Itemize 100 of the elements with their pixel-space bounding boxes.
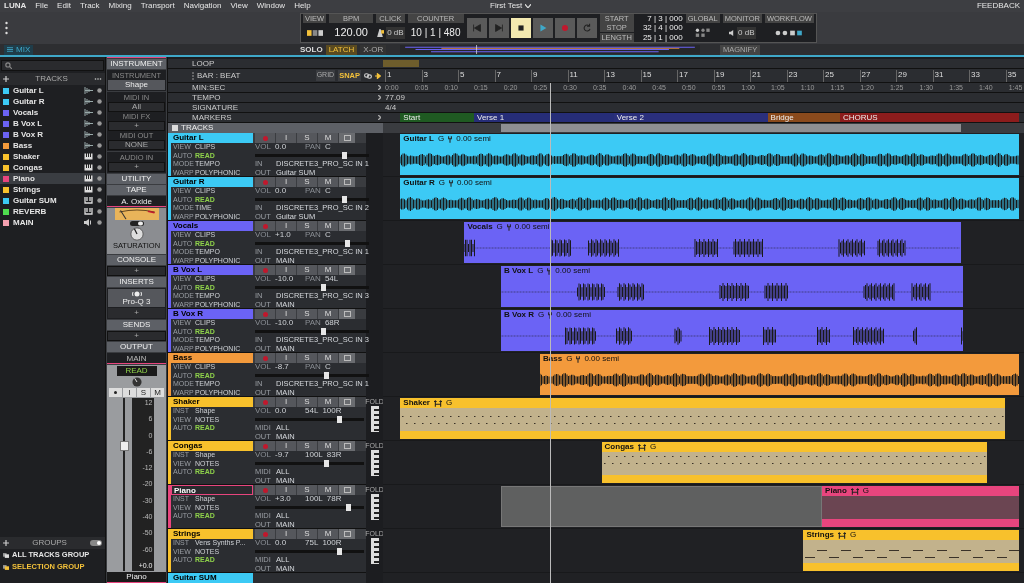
track-toggle-button[interactable]: I bbox=[276, 397, 296, 407]
track-toggle-button[interactable]: M bbox=[318, 177, 338, 187]
menu-item[interactable]: View bbox=[230, 0, 248, 12]
track-list-item[interactable]: Guitar SUM bbox=[0, 195, 105, 206]
output-button[interactable]: MAIN bbox=[107, 353, 166, 364]
track-list-item[interactable]: Strings bbox=[0, 184, 105, 195]
slider-thumb[interactable] bbox=[336, 548, 342, 556]
menu-item[interactable]: File bbox=[35, 0, 49, 12]
menu-item[interactable]: Transport bbox=[140, 0, 175, 12]
track-name[interactable]: Guitar R bbox=[171, 177, 253, 187]
record-button[interactable] bbox=[554, 18, 575, 38]
track-toggle-button[interactable]: I bbox=[276, 529, 296, 539]
mix-tab[interactable]: MIX bbox=[4, 44, 34, 55]
volume-slider[interactable] bbox=[255, 239, 369, 248]
track-list-item[interactable]: MAIN bbox=[0, 217, 105, 228]
tempo-value[interactable]: 120.00 bbox=[329, 23, 374, 42]
fader-track[interactable] bbox=[119, 398, 129, 571]
menu-item[interactable]: Track bbox=[79, 0, 100, 12]
slider-thumb[interactable] bbox=[336, 416, 342, 424]
marker[interactable]: Bridge bbox=[767, 113, 840, 122]
menu-item[interactable]: Edit bbox=[57, 0, 71, 12]
volume-slider[interactable] bbox=[255, 415, 364, 424]
track-list-item[interactable]: Shaker bbox=[0, 151, 105, 162]
track-list-item[interactable]: Piano bbox=[0, 173, 105, 184]
track-toggle-button[interactable]: I bbox=[276, 309, 296, 319]
marker[interactable]: Verse 1 bbox=[474, 113, 614, 122]
track-toggle-button[interactable]: I bbox=[276, 265, 296, 275]
track-name[interactable]: Piano bbox=[171, 485, 253, 495]
track-name[interactable]: Strings bbox=[171, 529, 253, 539]
track-toggle-button[interactable]: M bbox=[318, 353, 338, 363]
track-list-item[interactable]: Vocals bbox=[0, 107, 105, 118]
chevron-right-icon[interactable] bbox=[378, 115, 381, 120]
track-list-item[interactable]: Guitar R bbox=[0, 96, 105, 107]
menu-item[interactable]: Mixing bbox=[108, 0, 132, 12]
drag-handle-icon[interactable] bbox=[192, 71, 194, 80]
marker[interactable]: CHORUS bbox=[840, 113, 1019, 122]
track-toggle-button[interactable]: S bbox=[297, 221, 317, 231]
arrow-right-icon[interactable] bbox=[375, 72, 381, 79]
visibility-dot-icon[interactable] bbox=[97, 110, 102, 115]
track-list-item[interactable]: B Vox R bbox=[0, 129, 105, 140]
track-name[interactable]: B Vox L bbox=[171, 265, 253, 275]
track-toggle-button[interactable]: I bbox=[276, 485, 296, 495]
track-toggle-button[interactable]: M bbox=[318, 133, 338, 143]
visibility-dot-icon[interactable] bbox=[97, 143, 102, 148]
saturation-knob[interactable] bbox=[129, 227, 144, 241]
audio-in-slot[interactable]: + bbox=[108, 162, 165, 172]
track-list-item[interactable]: B Vox L bbox=[0, 118, 105, 129]
track-toggle-button[interactable]: S bbox=[297, 397, 317, 407]
track-toggle-button[interactable]: M bbox=[318, 485, 338, 495]
slider-thumb[interactable] bbox=[323, 460, 329, 468]
track-toggle-button[interactable]: M bbox=[318, 529, 338, 539]
solo-mode-button[interactable]: X-OR bbox=[360, 44, 387, 55]
visibility-dot-icon[interactable] bbox=[97, 99, 102, 104]
track-toggle-button[interactable]: M bbox=[318, 265, 338, 275]
record-arm-button[interactable] bbox=[109, 388, 122, 397]
menu-item[interactable]: Window bbox=[256, 0, 286, 12]
track-toggle-button[interactable]: I bbox=[276, 353, 296, 363]
track-toggle-button[interactable]: I bbox=[276, 221, 296, 231]
view-icon[interactable] bbox=[306, 29, 323, 36]
track-toggle-button[interactable]: S bbox=[297, 441, 317, 451]
search-field[interactable] bbox=[1, 60, 104, 71]
project-title[interactable]: First Test bbox=[490, 0, 523, 12]
slider-thumb[interactable] bbox=[345, 240, 351, 248]
visibility-dot-icon[interactable] bbox=[97, 154, 102, 159]
volume-slider[interactable] bbox=[255, 503, 364, 512]
instrument-button[interactable]: Shape bbox=[108, 80, 165, 90]
track-name[interactable]: Guitar SUM bbox=[171, 573, 253, 583]
track-toggle-button[interactable]: M bbox=[318, 397, 338, 407]
track-toggle-button[interactable]: S bbox=[297, 177, 317, 187]
audio-clip[interactable]: B Vox L G 0.00 semi bbox=[500, 266, 964, 307]
midi-clip[interactable]: Congas G bbox=[601, 442, 987, 483]
strip-toggle-button[interactable]: I bbox=[123, 388, 136, 397]
slider-thumb[interactable] bbox=[321, 328, 327, 336]
visibility-dot-icon[interactable] bbox=[97, 121, 102, 126]
console-slot[interactable]: + bbox=[107, 266, 166, 276]
visibility-dot-icon[interactable] bbox=[97, 198, 102, 203]
fader-handle[interactable] bbox=[119, 440, 129, 451]
groups-toggle[interactable] bbox=[90, 540, 102, 546]
automation-mode-display[interactable]: READ bbox=[116, 366, 157, 376]
rewind-button[interactable] bbox=[466, 18, 487, 38]
track-name[interactable]: B Vox R bbox=[171, 309, 253, 319]
midi-slot[interactable]: NONE bbox=[108, 140, 165, 150]
audio-clip[interactable]: Guitar R G 0.00 semi bbox=[400, 178, 1019, 219]
speaker-icon[interactable] bbox=[729, 29, 736, 36]
volume-slider[interactable] bbox=[255, 151, 369, 160]
menu-item[interactable]: Help bbox=[294, 0, 311, 12]
pan-knob[interactable] bbox=[131, 377, 142, 387]
insert-slot[interactable]: + bbox=[108, 308, 165, 318]
track-list-item[interactable]: Congas bbox=[0, 162, 105, 173]
visibility-dot-icon[interactable] bbox=[97, 220, 102, 225]
track-toggle-button[interactable]: S bbox=[297, 265, 317, 275]
track-toggle-button[interactable]: S bbox=[297, 309, 317, 319]
strip-toggle-button[interactable]: M bbox=[151, 388, 164, 397]
track-name[interactable]: Bass bbox=[171, 353, 253, 363]
visibility-dot-icon[interactable] bbox=[97, 132, 102, 137]
global-controls-icon[interactable] bbox=[694, 27, 711, 38]
volume-slider[interactable] bbox=[255, 283, 369, 292]
slider-thumb[interactable] bbox=[321, 284, 327, 292]
add-icon[interactable] bbox=[3, 76, 9, 82]
feedback-link[interactable]: FEEDBACK bbox=[976, 0, 1020, 12]
